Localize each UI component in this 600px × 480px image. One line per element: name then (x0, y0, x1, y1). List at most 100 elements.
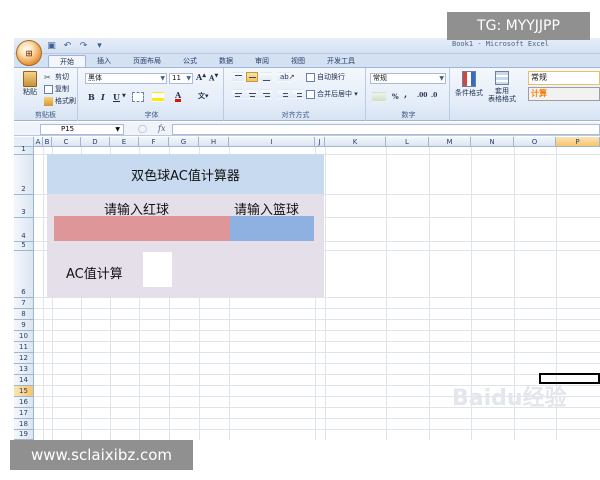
conditional-format-button[interactable]: 条件格式 (454, 71, 484, 97)
row-header-12[interactable]: 12 (14, 353, 34, 364)
decrease-decimal-icon[interactable]: .0 (431, 92, 437, 99)
phonetic-icon[interactable]: 文▾ (198, 91, 209, 101)
shrink-font-button[interactable]: A▼ (209, 73, 218, 82)
formula-bar: P15 ▼ ◯ fx (14, 122, 600, 136)
row-header-10[interactable]: 10 (14, 331, 34, 342)
tab-home[interactable]: 开始 (48, 55, 86, 67)
borders-icon[interactable] (132, 92, 144, 102)
merge-center-label: 合并后居中 (317, 90, 352, 98)
row-header-19[interactable]: 19 (14, 430, 34, 440)
column-header-e[interactable]: E (110, 137, 139, 147)
row-header-14[interactable]: 14 (14, 375, 34, 386)
style-normal[interactable]: 常规 (528, 71, 600, 85)
tab-page-layout[interactable]: 页面布局 (122, 55, 172, 67)
bold-button[interactable]: B (88, 92, 95, 102)
font-size-select[interactable]: 11 ▼ (169, 73, 193, 84)
underline-dropdown[interactable]: ▼ (122, 93, 126, 99)
row-header-3[interactable]: 3 (14, 195, 34, 218)
align-center-icon[interactable] (246, 89, 258, 99)
baidu-watermark: Baidu经验 (452, 386, 567, 411)
currency-icon[interactable] (372, 92, 386, 102)
column-header-i[interactable]: I (229, 137, 315, 147)
underline-button[interactable]: U (113, 92, 120, 102)
align-middle-icon[interactable] (246, 72, 258, 82)
office-button[interactable]: ⊞ (16, 40, 42, 66)
tab-data[interactable]: 数据 (208, 55, 244, 67)
tab-view[interactable]: 视图 (280, 55, 316, 67)
chevron-down-icon: ▼ (115, 126, 120, 133)
clipboard-group: 粘贴 ✂ 剪切 复制 格式刷 剪贴板 (14, 68, 78, 121)
paste-button[interactable]: 粘贴 (20, 71, 40, 105)
column-header-p[interactable]: P (556, 137, 600, 147)
row-header-5[interactable]: 5 (14, 241, 34, 251)
tab-developer[interactable]: 开发工具 (316, 55, 366, 67)
copy-button[interactable]: 复制 (44, 84, 69, 94)
row-header-6[interactable]: 6 (14, 251, 34, 298)
tg-badge: TG: MYYJJPP (447, 12, 590, 40)
column-header-a[interactable]: A (34, 137, 43, 147)
align-left-icon[interactable] (232, 89, 244, 99)
row-header-11[interactable]: 11 (14, 342, 34, 353)
tab-formulas[interactable]: 公式 (172, 55, 208, 67)
row-header-16[interactable]: 16 (14, 397, 34, 408)
row-header-2[interactable]: 2 (14, 155, 34, 195)
ac-value-result-cell[interactable] (143, 252, 172, 287)
format-as-table-button[interactable]: 套用 表格格式 (486, 71, 518, 103)
row-header-17[interactable]: 17 (14, 408, 34, 419)
comma-button[interactable]: , (404, 90, 407, 100)
row-header-15[interactable]: 15 (14, 386, 34, 397)
align-right-icon[interactable] (260, 89, 272, 99)
undo-icon[interactable]: ↶ (62, 41, 73, 51)
column-header-d[interactable]: D (81, 137, 110, 147)
red-ball-input[interactable] (54, 216, 230, 241)
wrap-text-icon (306, 72, 315, 82)
align-bottom-icon[interactable] (260, 72, 272, 82)
format-painter-button[interactable]: 格式刷 (44, 96, 76, 106)
redo-icon[interactable]: ↷ (78, 41, 89, 51)
column-header-h[interactable]: H (199, 137, 229, 147)
name-box[interactable]: P15 ▼ (40, 124, 124, 135)
orientation-icon[interactable]: ab↗ (278, 72, 295, 82)
paste-label: 粘贴 (23, 88, 37, 96)
row-header-4[interactable]: 4 (14, 218, 34, 242)
increase-decimal-icon[interactable]: .00 (417, 92, 427, 99)
blue-ball-input[interactable] (230, 216, 314, 241)
column-header-o[interactable]: O (514, 137, 556, 147)
font-color-button[interactable]: A (175, 91, 182, 102)
row-header-7[interactable]: 7 (14, 298, 34, 309)
percent-button[interactable]: % (392, 92, 399, 101)
column-header-f[interactable]: F (139, 137, 169, 147)
tab-review[interactable]: 审阅 (244, 55, 280, 67)
column-header-g[interactable]: G (169, 137, 199, 147)
column-header-k[interactable]: K (325, 137, 386, 147)
style-calculation[interactable]: 计算 (528, 87, 600, 101)
increase-indent-icon[interactable] (292, 89, 304, 99)
align-top-icon[interactable] (232, 72, 244, 82)
customize-icon[interactable]: ▾ (94, 41, 105, 51)
column-header-j[interactable]: J (315, 137, 325, 147)
formula-input[interactable] (172, 124, 600, 135)
column-header-n[interactable]: N (471, 137, 514, 147)
cut-button[interactable]: ✂ 剪切 (44, 72, 69, 82)
row-header-13[interactable]: 13 (14, 364, 34, 375)
ac-value-label: AC值计算 (66, 267, 123, 282)
column-header-l[interactable]: L (386, 137, 429, 147)
number-format-select[interactable]: 常规 ▼ (370, 73, 446, 84)
save-icon[interactable]: ▣ (46, 41, 57, 51)
font-name-select[interactable]: 黑体 ▼ (85, 73, 167, 84)
row-header-18[interactable]: 18 (14, 419, 34, 430)
insert-function-button[interactable]: fx (158, 124, 165, 133)
wrap-text-button[interactable]: 自动换行 (306, 72, 345, 82)
column-header-c[interactable]: C (52, 137, 81, 147)
column-header-b[interactable]: B (43, 137, 52, 147)
row-header-1[interactable]: 1 (14, 145, 34, 155)
italic-button[interactable]: I (101, 92, 105, 102)
decrease-indent-icon[interactable] (278, 89, 290, 99)
column-header-m[interactable]: M (429, 137, 471, 147)
merge-center-button[interactable]: 合并后居中 ▾ (306, 89, 358, 99)
grow-font-button[interactable]: A▲ (196, 72, 206, 82)
fill-color-icon[interactable] (152, 92, 164, 102)
row-header-9[interactable]: 9 (14, 320, 34, 331)
row-header-8[interactable]: 8 (14, 309, 34, 320)
tab-insert[interactable]: 插入 (86, 55, 122, 67)
